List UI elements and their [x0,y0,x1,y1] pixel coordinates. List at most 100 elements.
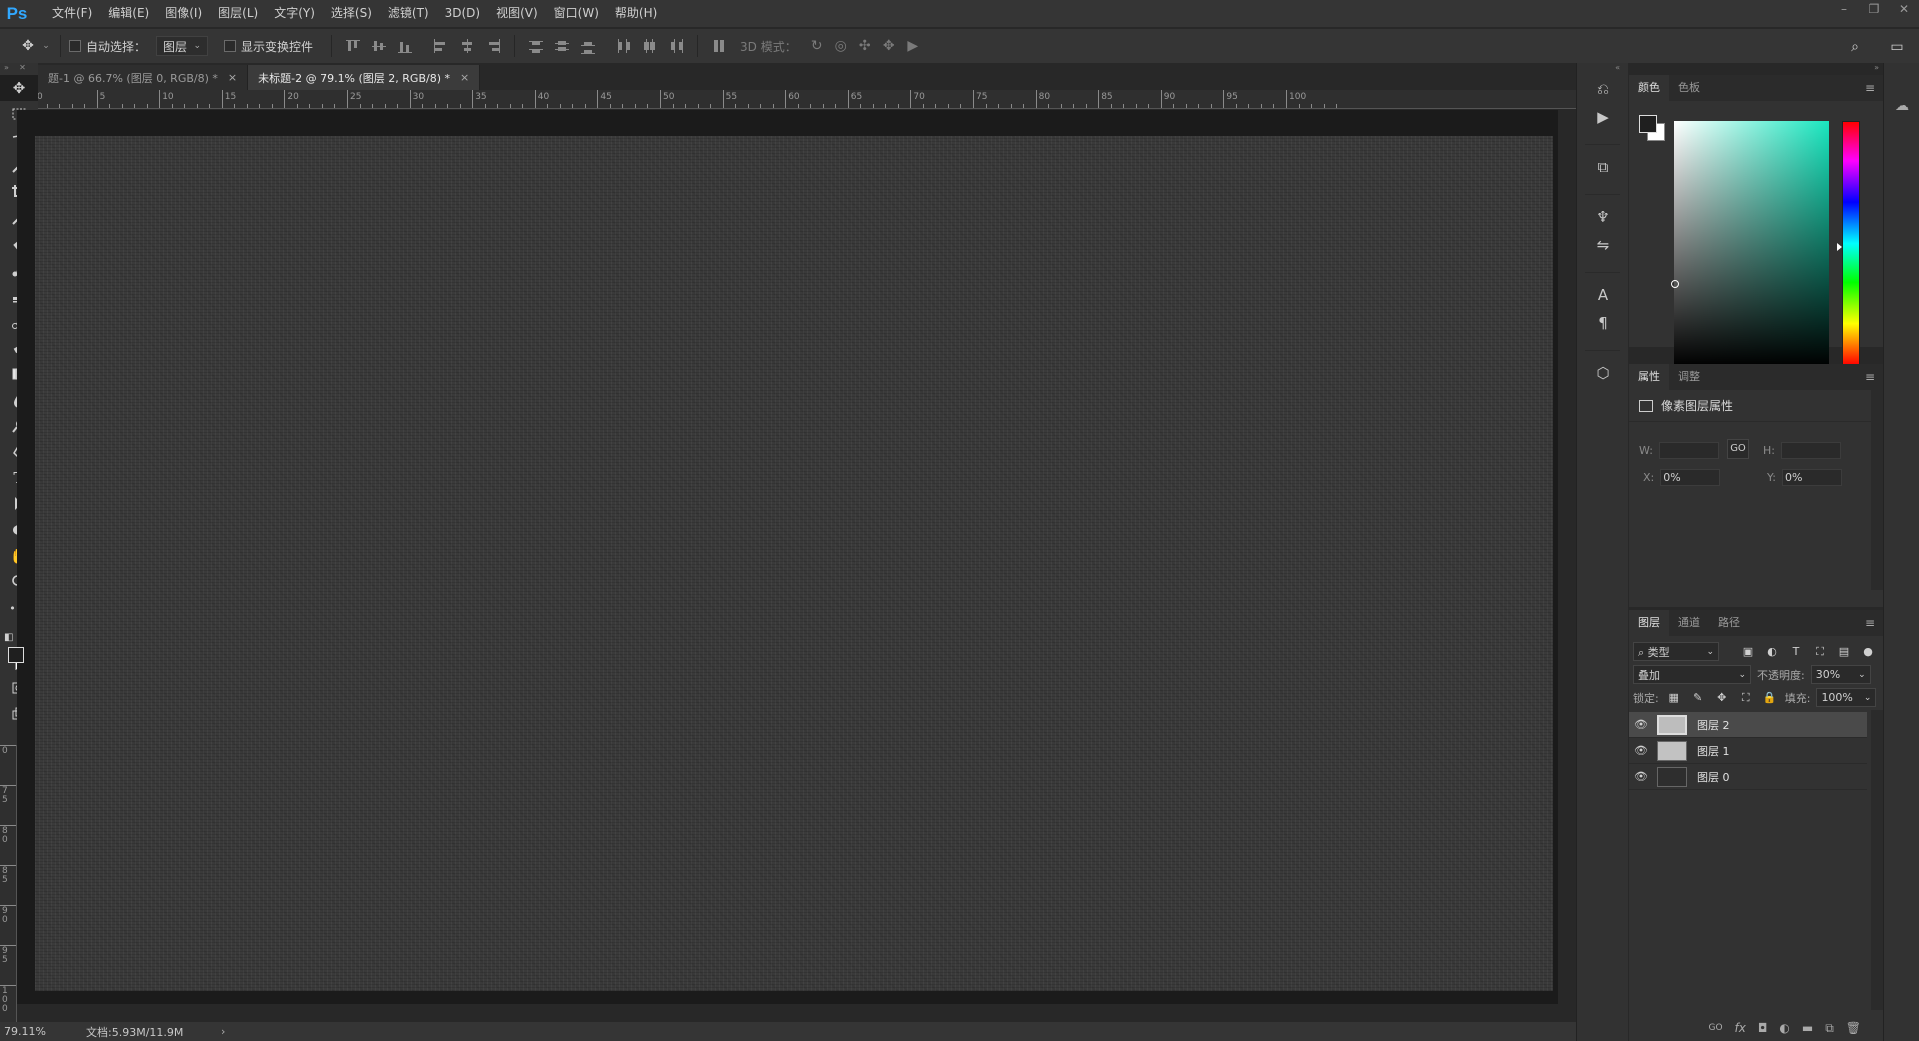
panels-collapse-icon[interactable]: » [1629,63,1883,75]
tab-paths[interactable]: 路径 [1709,610,1749,636]
clone-source-icon[interactable]: ⧉ [1577,153,1629,181]
search-icon[interactable]: ⌕ [1843,39,1867,55]
distribute-right-icon[interactable] [665,38,687,54]
foreground-color-swatch[interactable] [1639,115,1657,133]
zoom-level[interactable]: 79.11% [0,1025,86,1038]
lock-position-icon[interactable]: ✥ [1713,691,1731,704]
color-saturation-field[interactable] [1674,121,1829,366]
menu-file[interactable]: 文件(F) [44,0,100,27]
filter-adjustment-icon[interactable]: ◐ [1763,645,1781,658]
move-tool-preset-icon[interactable]: ✥ [16,38,40,54]
panel-menu-icon[interactable]: ≡ [1865,616,1875,630]
layer-style-fx-icon[interactable]: fx [1735,1021,1746,1035]
filter-toggle-icon[interactable]: ● [1859,645,1877,658]
auto-select-checkbox[interactable] [69,40,81,52]
layer-name[interactable]: 图层 2 [1697,717,1730,733]
panel-menu-icon[interactable]: ≡ [1865,370,1875,384]
width-input[interactable] [1658,442,1719,459]
actions-icon[interactable]: ▶ [1577,103,1629,131]
menu-3d[interactable]: 3D(D) [437,0,488,27]
menu-help[interactable]: 帮助(H) [607,0,665,27]
new-group-icon[interactable]: ▬ [1802,1021,1813,1035]
menu-edit[interactable]: 编辑(E) [100,0,157,27]
visibility-eye-icon[interactable]: 👁 [1629,770,1653,783]
brush-settings-icon[interactable]: ⇋ [1577,231,1629,259]
vertical-scrollbar[interactable] [1558,110,1576,1022]
lock-image-icon[interactable]: ✎ [1689,691,1707,704]
hue-slider[interactable] [1842,121,1860,366]
menu-image[interactable]: 图像(I) [157,0,210,27]
lock-transparent-icon[interactable]: ▦ [1665,691,1683,704]
distribute-left-icon[interactable] [613,38,635,54]
add-mask-icon[interactable]: ◘ [1758,1021,1768,1035]
link-dimensions-icon[interactable]: GO [1727,439,1749,459]
fill-input[interactable]: 100% ⌄ [1816,688,1877,707]
tab-swatches[interactable]: 色板 [1669,75,1709,101]
filter-pixel-icon[interactable]: ▣ [1739,645,1757,658]
auto-select-checkbox-group[interactable]: 自动选择： [69,38,146,55]
visibility-eye-icon[interactable]: 👁 [1629,744,1653,757]
layer-filter-dropdown[interactable]: ⌕ 类型 ⌄ [1633,642,1719,661]
toolbar-collapse-icon[interactable]: » ✕ [0,63,38,75]
distribute-bottom-icon[interactable] [577,38,599,54]
lock-all-icon[interactable]: 🔒 [1761,691,1779,704]
layer-row[interactable]: 👁 图层 1 [1629,738,1867,764]
3d-camera-icon[interactable]: ▶ [901,38,925,54]
opacity-input[interactable]: 30% ⌄ [1810,665,1871,684]
menu-type[interactable]: 文字(Y) [266,0,323,27]
libraries-icon[interactable]: ☁ [1884,88,1919,124]
align-bottom-icon[interactable] [394,38,416,54]
delete-layer-icon[interactable]: 🗑 [1846,1021,1861,1035]
3d-pan-icon[interactable]: ✣ [853,38,877,54]
new-layer-icon[interactable]: ⧉ [1825,1021,1834,1036]
brushes-icon[interactable]: ♆ [1577,203,1629,231]
auto-align-icon[interactable] [708,38,730,54]
dock-collapse-icon[interactable]: « [1577,63,1628,75]
chevron-down-icon[interactable]: ⌄ [40,41,52,51]
auto-select-dropdown[interactable]: 图层 ⌄ [156,36,209,56]
tab-layers[interactable]: 图层 [1629,610,1669,636]
layer-name[interactable]: 图层 1 [1697,743,1730,759]
tab-channels[interactable]: 通道 [1669,610,1709,636]
menu-filter[interactable]: 滤镜(T) [380,0,437,27]
properties-scrollbar[interactable] [1871,390,1883,590]
tab-adjustments[interactable]: 调整 [1669,364,1709,390]
distribute-vcenter-icon[interactable] [551,38,573,54]
layer-row[interactable]: 👁 图层 2 [1629,712,1867,738]
minimize-button[interactable]: – [1829,0,1859,20]
photoshop-logo[interactable]: Ps [2,0,32,27]
layer-name[interactable]: 图层 0 [1697,769,1730,785]
3d-orbit-icon[interactable]: ↻ [805,38,829,54]
close-icon[interactable]: × [228,71,237,84]
layer-row[interactable]: 👁 图层 0 [1629,764,1867,790]
close-button[interactable]: ✕ [1889,0,1919,20]
menu-select[interactable]: 选择(S) [323,0,380,27]
restore-button[interactable]: ❐ [1859,0,1889,20]
panel-menu-icon[interactable]: ≡ [1865,81,1875,95]
menu-layer[interactable]: 图层(L) [210,0,266,27]
foreground-color-swatch[interactable] [8,647,24,663]
tab-document-2[interactable]: 未标题-2 @ 79.1% (图层 2, RGB/8) * × [248,65,481,90]
document-canvas[interactable] [35,136,1553,991]
show-transform-checkbox[interactable] [224,40,237,52]
paragraph-icon[interactable]: ¶ [1577,309,1629,337]
tab-document-1[interactable]: 题-1 @ 66.7% (图层 0, RGB/8) * × [38,65,249,90]
move-tool-icon[interactable]: ✥ [0,75,38,101]
tab-color[interactable]: 颜色 [1629,75,1669,101]
filter-type-icon[interactable]: T [1787,645,1805,658]
close-icon[interactable]: × [460,71,469,84]
adjustment-layer-icon[interactable]: ◐ [1779,1021,1789,1035]
vertical-ruler[interactable]: 0 75 80 85 90 95 100 [0,745,17,1030]
menu-window[interactable]: 窗口(W) [546,0,607,27]
lock-artboard-icon[interactable]: ⛶ [1737,691,1755,705]
3d-roll-icon[interactable]: ◎ [829,38,853,54]
align-left-icon[interactable] [430,38,452,54]
workspace-icon[interactable]: ▭ [1885,39,1909,55]
history-icon[interactable]: ⎌ [1577,75,1629,103]
menu-view[interactable]: 视图(V) [488,0,546,27]
color-picker-cursor[interactable] [1671,280,1679,288]
character-icon[interactable]: A [1577,281,1629,309]
filter-smart-object-icon[interactable]: ▤ [1835,645,1853,658]
x-input[interactable]: 0% [1660,469,1721,486]
link-layers-icon[interactable]: GO [1708,1023,1722,1033]
